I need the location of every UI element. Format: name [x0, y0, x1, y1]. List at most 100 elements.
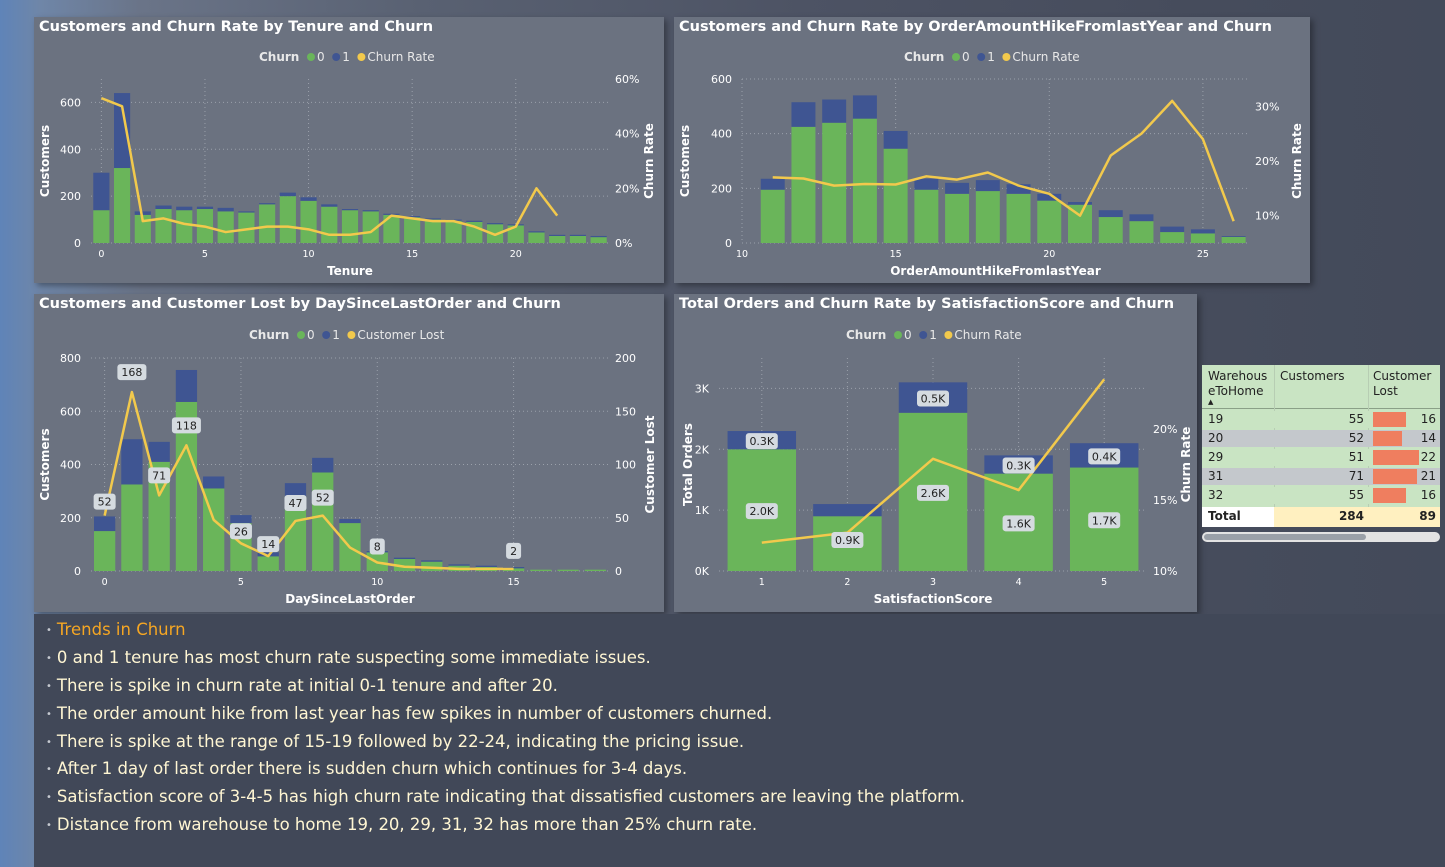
table-row[interactable]: 29 51 22 [1202, 449, 1440, 466]
y-tick-label: 2K [695, 443, 710, 456]
table-horizontal-scrollbar[interactable] [1202, 532, 1440, 542]
bar-churn-1 [230, 515, 252, 524]
bar-churn-1 [1221, 236, 1246, 237]
bar-churn-0 [883, 148, 908, 243]
lost-bar [1373, 412, 1407, 427]
y-axis-title: Customers [38, 125, 52, 197]
day-since-order-chart[interactable]: 02004006008000501001502000 5 10 15DaySinceL… [34, 294, 664, 612]
bar-churn-1 [238, 211, 255, 213]
y-tick-label: 3K [695, 382, 710, 395]
x-tick-label: 4 [1016, 577, 1022, 588]
chart-panel-order-hike[interactable]: Customers and Churn Rate by OrderAmountH… [674, 17, 1310, 283]
lost-bar [1373, 431, 1403, 446]
bar-churn-1 [1190, 229, 1215, 234]
bar-churn-0 [259, 204, 276, 243]
bar-churn-0 [176, 210, 193, 243]
legend-marker [894, 331, 902, 339]
header-customers[interactable]: Customers [1280, 369, 1345, 383]
header-customer-lost[interactable]: Customer Lost [1373, 369, 1431, 399]
legend-item: Customer Lost [357, 328, 444, 342]
lost-cell: 16 [1420, 412, 1436, 426]
warehouse-cell: 32 [1208, 488, 1224, 502]
y2-tick-label: 100 [615, 459, 636, 472]
x-tick-label: 0 [102, 577, 108, 588]
x-tick-label: 10 [736, 249, 748, 260]
legend-marker [332, 53, 341, 61]
legend-item: 1 [342, 50, 350, 64]
notes-title: • Trends in Churn [46, 620, 186, 639]
bar-churn-0 [341, 210, 359, 243]
legend-item: Churn Rate [1012, 50, 1079, 64]
warehouse-cell: 31 [1208, 469, 1224, 483]
bar-churn-1 [259, 203, 276, 205]
y2-tick-label: 10% [1153, 565, 1177, 578]
tenure-chart[interactable]: 02004006000%20%40%60%0 5 10 15 20TenureCusto… [34, 17, 664, 283]
legend-item: 0 [904, 328, 912, 342]
bar-churn-1 [321, 204, 338, 207]
table-row[interactable]: 20 52 14 [1202, 430, 1440, 447]
bar-churn-1 [121, 439, 143, 485]
y2-tick-label: 20% [615, 182, 639, 195]
legend-item: 0 [307, 328, 315, 342]
bar-churn-0 [569, 235, 587, 243]
legend-title: Churn [904, 50, 944, 64]
chart-panel-tenure[interactable]: Customers and Churn Rate by Tenure and C… [34, 17, 664, 283]
bar-churn-0 [1221, 236, 1246, 243]
bar-churn-0 [557, 569, 579, 571]
bar-churn-0 [852, 118, 877, 243]
note-line: • Satisfaction score of 3-4-5 has high ch… [46, 787, 965, 806]
satisfaction-chart[interactable]: 0K1K2K3K10%15%20%1 2 3 4 5SatisfactionScoreT… [674, 294, 1197, 612]
bar-churn-0 [113, 168, 131, 243]
chart-panel-day-since-order[interactable]: Customers and Customer Lost by DaySinceL… [34, 294, 664, 612]
legend-item: 1 [929, 328, 937, 342]
bar-churn-1 [175, 369, 198, 402]
bar-churn-0 [321, 206, 338, 243]
warehouse-table[interactable]: Warehous eToHome ▲ Customers Customer Lo… [1202, 365, 1440, 527]
bar-churn-0 [1006, 193, 1031, 243]
sort-ascending-icon[interactable]: ▲ [1208, 399, 1267, 406]
x-tick-label: 25 [1197, 249, 1209, 260]
data-label: 2.6K [921, 487, 946, 500]
legend-item: Churn Rate [367, 50, 434, 64]
bar-churn-1 [1129, 214, 1154, 222]
bar-churn-0 [312, 472, 334, 571]
bar-churn-1 [475, 565, 497, 568]
y2-tick-label: 0 [615, 565, 622, 578]
x-tick-label: 10 [303, 249, 315, 260]
table-row[interactable]: 19 55 16 [1202, 411, 1440, 428]
bar-churn-1 [1068, 202, 1092, 205]
customers-cell: 55 [1348, 488, 1364, 502]
bar-churn-0 [584, 569, 607, 571]
data-label: 168 [121, 366, 142, 379]
bar-churn-1 [852, 95, 877, 119]
x-tick-label: 5 [1101, 577, 1107, 588]
x-tick-label: 1 [759, 577, 765, 588]
bar-churn-1 [1160, 226, 1185, 233]
lost-cell: 14 [1420, 431, 1436, 445]
bar-churn-1 [300, 197, 317, 201]
y2-tick-label: 150 [615, 405, 636, 418]
order-hike-chart[interactable]: 020040060010%20%30%10 15 20 25OrderAmountHi… [674, 17, 1310, 283]
data-label: 8 [374, 540, 381, 553]
x-tick-label: 3 [930, 577, 936, 588]
bullet-icon: • [46, 709, 52, 720]
bar-churn-1 [448, 564, 470, 566]
bar-churn-0 [279, 196, 296, 243]
chart-panel-satisfaction[interactable]: Total Orders and Churn Rate by Satisfact… [674, 294, 1197, 612]
data-label: 118 [176, 419, 197, 432]
bar-churn-1 [975, 180, 1000, 192]
lost-cell: 16 [1420, 488, 1436, 502]
table-row[interactable]: 31 71 21 [1202, 468, 1440, 485]
table-row[interactable]: 32 55 16 [1202, 487, 1440, 504]
note-line: • There is spike at the range of 15-19 fo… [46, 732, 745, 751]
header-warehouse[interactable]: Warehous eToHome ▲ [1208, 369, 1267, 406]
customers-cell: 71 [1348, 469, 1364, 483]
lost-bar [1373, 469, 1417, 484]
x-tick-label: 15 [508, 577, 520, 588]
lost-bar [1373, 488, 1407, 503]
scrollbar-thumb[interactable] [1204, 534, 1366, 540]
legend-marker [322, 331, 331, 339]
customers-cell: 51 [1348, 450, 1364, 464]
y-tick-label: 600 [711, 73, 732, 86]
bullet-icon: • [46, 764, 52, 775]
